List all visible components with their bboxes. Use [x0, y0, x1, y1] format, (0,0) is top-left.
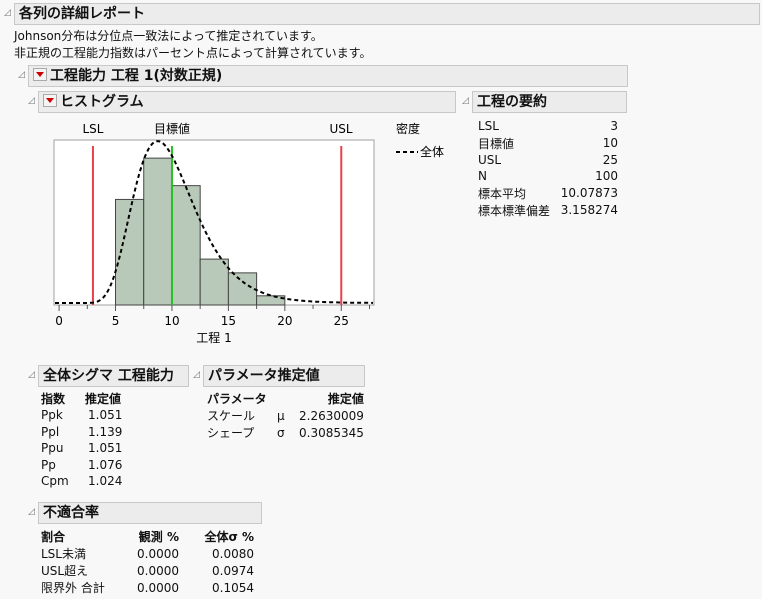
- summary-label: 目標値: [478, 136, 515, 151]
- summary-label: 標本平均: [478, 186, 527, 201]
- table-row: USL 25: [478, 152, 618, 169]
- index-value: 1.139: [88, 424, 123, 439]
- disclosure-icon[interactable]: ◿: [28, 370, 35, 380]
- table-row: 限界外 合計 0.0000 0.1054: [41, 579, 254, 596]
- nonconformance-table: 割合 観測 % 全体σ % LSL未満 0.0000 0.0080 USL超え 0.0000…: [41, 528, 254, 596]
- index-label: Ppl: [41, 424, 60, 439]
- param-value: 0.3085345: [299, 425, 364, 440]
- x-tick-label: 25: [334, 314, 349, 328]
- table-row: 標本平均 10.07873: [478, 185, 618, 202]
- target-label: 目標値: [154, 121, 190, 136]
- index-value: 1.051: [88, 408, 123, 423]
- sigma-percent: 0.0974: [212, 563, 254, 578]
- summary-value: 10: [602, 136, 618, 150]
- col-header: 割合: [41, 530, 66, 544]
- table-row: N 100: [478, 168, 618, 185]
- summary-value: 3: [610, 119, 618, 134]
- index-value: 1.024: [88, 474, 123, 489]
- lsl-label: LSL: [83, 122, 104, 136]
- legend-item: 全体: [420, 144, 444, 159]
- x-tick-label: 20: [277, 314, 292, 328]
- nonconformance-title: 不適合率: [43, 505, 99, 521]
- histogram-bar: [227, 272, 258, 306]
- table-row: Ppu 1.051: [41, 440, 122, 457]
- col-header: 全体σ %: [204, 530, 254, 544]
- legend-title: 密度: [396, 121, 420, 136]
- summary-value: 3.158274: [560, 203, 618, 217]
- param-value: 2.2630009: [299, 408, 364, 423]
- param-label: スケール: [207, 409, 256, 423]
- x-tick-label: 15: [221, 314, 236, 328]
- index-value: 1.076: [88, 457, 123, 472]
- params-header[interactable]: パラメータ推定値: [203, 365, 365, 387]
- table-row: LSL未満 0.0000 0.0080: [41, 545, 254, 562]
- summary-table: LSL 3 目標値 10 USL 25 N 100 標本平均 10.07873 標本標準偏差 3.15…: [478, 118, 618, 219]
- index-label: Ppk: [41, 408, 63, 423]
- summary-label: 標本標準偏差: [478, 203, 551, 218]
- rate-label: 限界外 合計: [41, 581, 105, 595]
- observed-percent: 0.0000: [137, 546, 179, 561]
- histogram-bar: [171, 185, 201, 306]
- table-row: USL超え 0.0000 0.0974: [41, 562, 254, 579]
- table-row: シェープ σ 0.3085345: [207, 424, 364, 441]
- summary-value: 100: [595, 169, 618, 184]
- rate-label: LSL未満: [41, 547, 86, 561]
- param-label: シェープ: [207, 426, 255, 440]
- index-label: Ppu: [41, 441, 64, 456]
- disclosure-icon[interactable]: ◿: [462, 96, 469, 106]
- sigma-percent: 0.0080: [212, 546, 254, 561]
- index-label: Pp: [41, 457, 56, 472]
- sigma-table: 指数 推定値 Ppk 1.051 Ppl 1.139 Ppu 1.051 Pp 1.076 Cpm…: [41, 390, 122, 490]
- summary-label: N: [478, 169, 487, 184]
- x-tick-label: 5: [112, 314, 120, 328]
- x-axis-label: 工程 1: [196, 330, 231, 345]
- index-label: Cpm: [41, 474, 69, 489]
- table-row: 標本標準偏差 3.158274: [478, 202, 618, 219]
- histogram-bar: [199, 258, 229, 306]
- histogram-bar: [143, 157, 173, 306]
- summary-value: 10.07873: [560, 186, 618, 200]
- x-tick-label: 10: [164, 314, 179, 328]
- table-row: スケール μ 2.2630009: [207, 407, 364, 424]
- table-row: Ppk 1.051: [41, 407, 122, 424]
- disclosure-icon[interactable]: ◿: [193, 370, 200, 380]
- params-table: パラメータ 推定値 スケール μ 2.2630009 シェープ σ 0.3085345: [207, 390, 364, 441]
- table-row: Cpm 1.024: [41, 473, 122, 490]
- observed-percent: 0.0000: [137, 563, 179, 578]
- table-row: Pp 1.076: [41, 457, 122, 474]
- table-row: 目標値 10: [478, 135, 618, 152]
- param-symbol: σ: [277, 425, 285, 440]
- x-tick-label: 0: [55, 314, 63, 328]
- summary-label: LSL: [478, 119, 499, 134]
- summary-value: 25: [602, 152, 618, 167]
- table-row: LSL 3: [478, 118, 618, 135]
- summary-header[interactable]: 工程の要約: [472, 91, 627, 113]
- sigma-header[interactable]: 全体シグマ 工程能力: [38, 365, 189, 387]
- col-header: 推定値: [327, 392, 364, 406]
- col-header: 指数: [41, 392, 66, 406]
- summary-label: USL: [478, 152, 502, 167]
- summary-title: 工程の要約: [477, 94, 547, 110]
- sigma-title: 全体シグマ 工程能力: [43, 368, 174, 384]
- usl-label: USL: [329, 122, 352, 136]
- sigma-percent: 0.1054: [212, 580, 254, 595]
- disclosure-icon[interactable]: ◿: [28, 507, 35, 517]
- col-header: 推定値: [85, 392, 122, 406]
- index-value: 1.051: [88, 441, 123, 456]
- table-row: Ppl 1.139: [41, 424, 122, 441]
- param-symbol: μ: [277, 408, 285, 423]
- col-header: 観測 %: [138, 530, 179, 544]
- nonconformance-header[interactable]: 不適合率: [38, 502, 262, 524]
- rate-label: USL超え: [41, 564, 89, 578]
- observed-percent: 0.0000: [137, 580, 179, 595]
- col-header: パラメータ: [207, 392, 267, 406]
- params-title: パラメータ推定値: [208, 368, 320, 384]
